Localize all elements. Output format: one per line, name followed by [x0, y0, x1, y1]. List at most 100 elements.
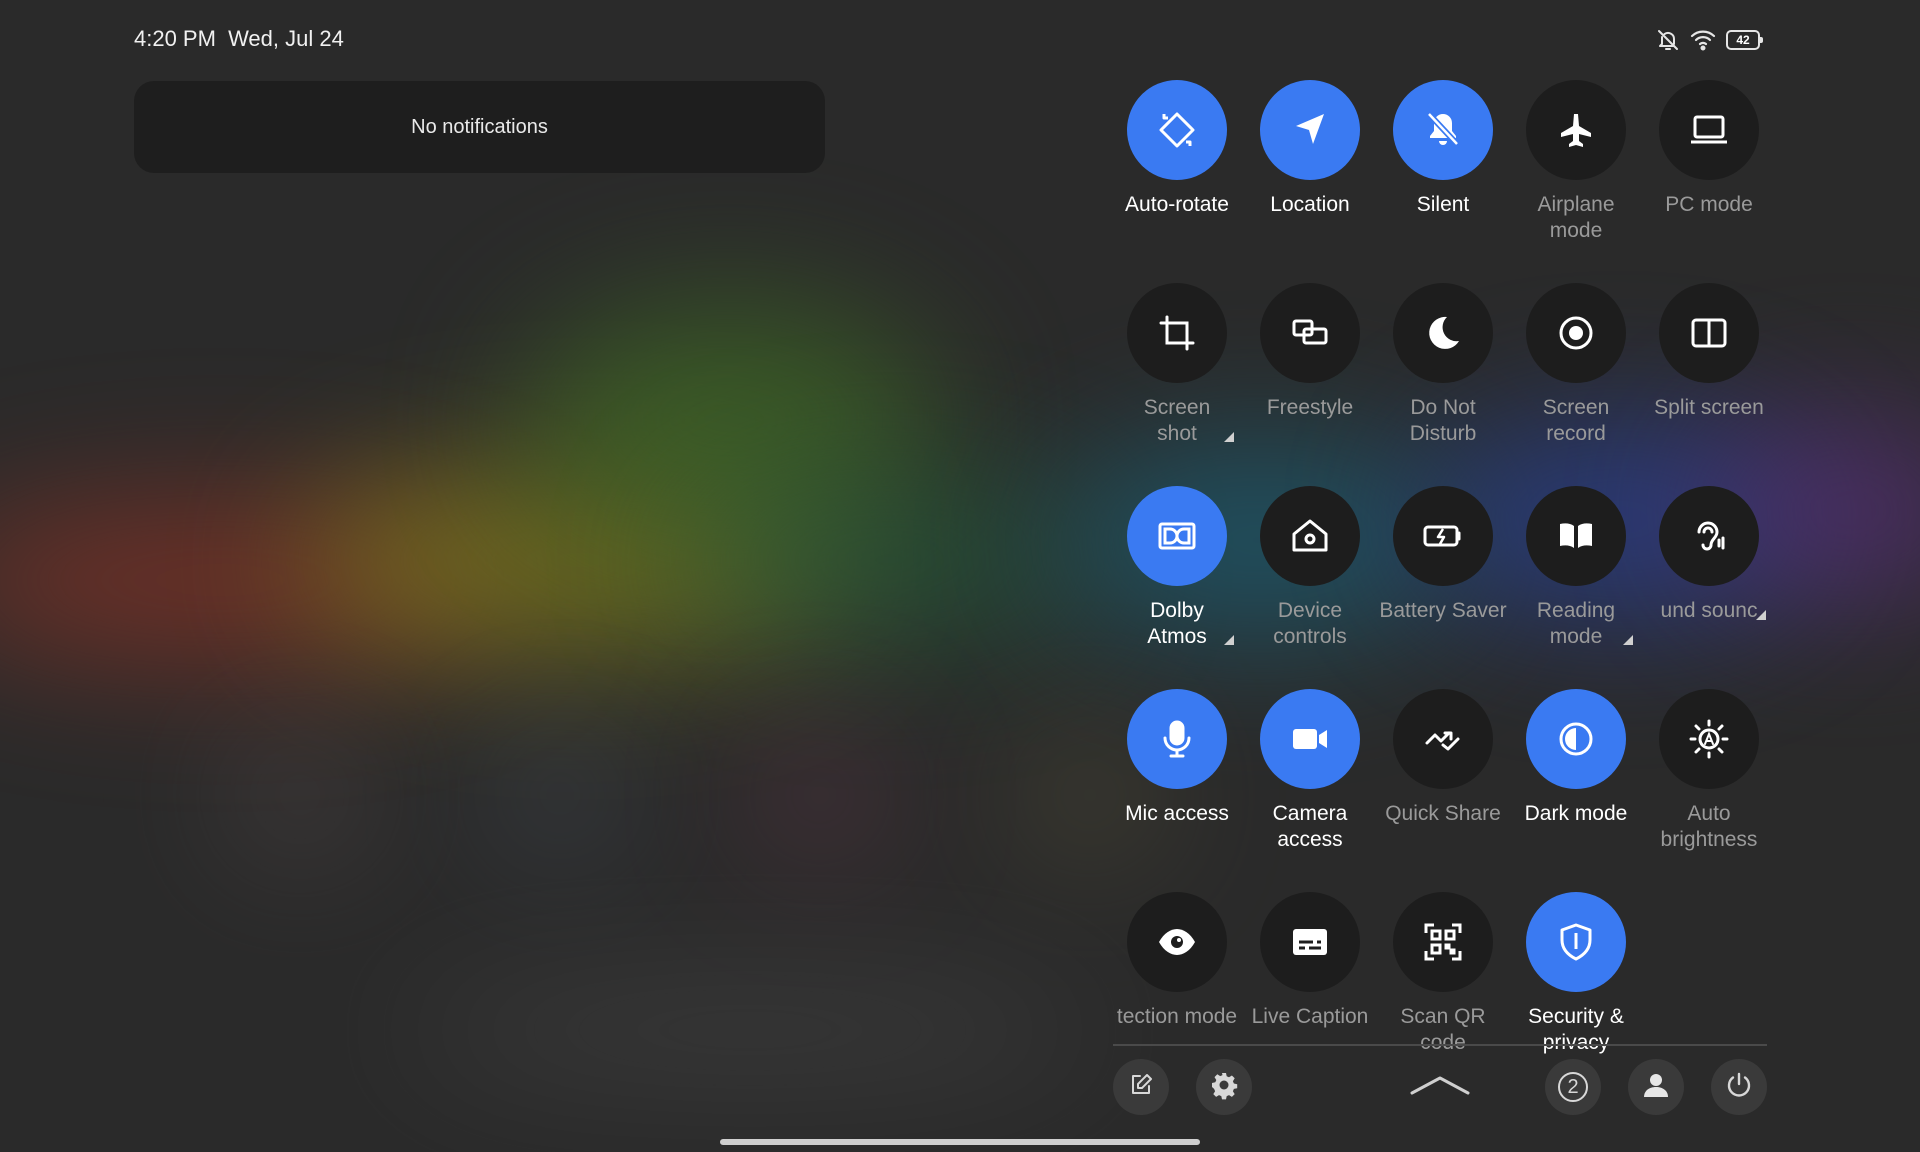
quick-share-toggle[interactable]	[1393, 689, 1493, 789]
airplane-toggle[interactable]	[1526, 80, 1626, 180]
camera-icon	[1288, 717, 1332, 761]
moon-toggle[interactable]	[1393, 283, 1493, 383]
tile-screenshot[interactable]: Screen shot	[1112, 283, 1242, 447]
tile-label: Scan QR code	[1400, 1005, 1486, 1054]
tile-book[interactable]: Reading mode	[1511, 486, 1641, 650]
quick-share-icon	[1421, 717, 1465, 761]
tile-mic[interactable]: Mic access	[1112, 689, 1242, 827]
pc-mode-toggle[interactable]	[1659, 80, 1759, 180]
tile-airplane[interactable]: Airplane mode	[1511, 80, 1641, 244]
tile-hearing[interactable]: und sounc	[1644, 486, 1774, 624]
auto-rotate-icon	[1155, 108, 1199, 152]
tile-label: und sounc	[1660, 599, 1758, 622]
tile-auto-brightness[interactable]: Auto brightness	[1644, 689, 1774, 853]
tile-eye[interactable]: tection mode	[1112, 892, 1242, 1030]
freestyle-toggle[interactable]	[1260, 283, 1360, 383]
screenshot-icon	[1155, 311, 1199, 355]
edit-icon	[1128, 1072, 1154, 1103]
book-icon	[1554, 514, 1598, 558]
notifications-card: No notifications	[134, 81, 825, 173]
location-icon	[1288, 108, 1332, 152]
tile-label: Live Caption	[1251, 1005, 1369, 1028]
wifi-icon	[1690, 29, 1716, 51]
auto-brightness-icon	[1687, 717, 1731, 761]
battery-saver-icon	[1421, 514, 1465, 558]
hearing-toggle[interactable]	[1659, 486, 1759, 586]
edit-button[interactable]	[1113, 1059, 1169, 1115]
tile-caption[interactable]: Live Caption	[1245, 892, 1375, 1030]
tile-label: Split screen	[1654, 396, 1764, 419]
tile-camera[interactable]: Camera access	[1245, 689, 1375, 853]
tile-battery-saver[interactable]: Battery Saver	[1378, 486, 1508, 624]
menu-caret-icon[interactable]	[1756, 610, 1766, 620]
status-time: 4:20 PM	[134, 26, 216, 51]
tile-home[interactable]: Device controls	[1245, 486, 1375, 650]
page-number: 2	[1567, 1075, 1579, 1098]
home-icon	[1288, 514, 1332, 558]
tile-qr[interactable]: Scan QR code	[1378, 892, 1508, 1056]
power-icon	[1725, 1071, 1753, 1104]
tile-dark-mode[interactable]: Dark mode	[1511, 689, 1641, 827]
auto-rotate-toggle[interactable]	[1127, 80, 1227, 180]
status-date: Wed, Jul 24	[228, 26, 344, 51]
hearing-icon	[1687, 514, 1731, 558]
eye-toggle[interactable]	[1127, 892, 1227, 992]
user-icon	[1642, 1071, 1670, 1104]
collapse-button[interactable]	[1408, 1072, 1472, 1102]
tile-label: Location	[1270, 193, 1350, 216]
tile-auto-rotate[interactable]: Auto-rotate	[1112, 80, 1242, 218]
caption-icon	[1288, 920, 1332, 964]
no-notifications-text: No notifications	[411, 115, 548, 138]
silent-toggle[interactable]	[1393, 80, 1493, 180]
caption-toggle[interactable]	[1260, 892, 1360, 992]
tile-shield[interactable]: Security & privacy	[1511, 892, 1641, 1056]
screen-record-toggle[interactable]	[1526, 283, 1626, 383]
tile-quick-share[interactable]: Quick Share	[1378, 689, 1508, 827]
silent-icon	[1421, 108, 1465, 152]
page-2-button[interactable]: 2	[1545, 1059, 1601, 1115]
tile-location[interactable]: Location	[1245, 80, 1375, 218]
power-button[interactable]	[1711, 1059, 1767, 1115]
tile-label: Device controls	[1273, 599, 1347, 648]
tile-label: Freestyle	[1266, 396, 1354, 419]
tile-screen-record[interactable]: Screen record	[1511, 283, 1641, 447]
screenshot-toggle[interactable]	[1127, 283, 1227, 383]
location-toggle[interactable]	[1260, 80, 1360, 180]
tile-label: Airplane mode	[1537, 193, 1615, 242]
airplane-icon	[1554, 108, 1598, 152]
tile-pc-mode[interactable]: PC mode	[1644, 80, 1774, 218]
dark-mode-toggle[interactable]	[1526, 689, 1626, 789]
battery-icon: 42	[1726, 30, 1763, 50]
camera-toggle[interactable]	[1260, 689, 1360, 789]
settings-button[interactable]	[1196, 1059, 1252, 1115]
dolby-toggle[interactable]	[1127, 486, 1227, 586]
menu-caret-icon[interactable]	[1224, 432, 1234, 442]
moon-icon	[1421, 311, 1465, 355]
auto-brightness-toggle[interactable]	[1659, 689, 1759, 789]
qr-toggle[interactable]	[1393, 892, 1493, 992]
menu-caret-icon[interactable]	[1224, 635, 1234, 645]
book-toggle[interactable]	[1526, 486, 1626, 586]
tile-dolby[interactable]: Dolby Atmos	[1112, 486, 1242, 650]
tile-label: Dark mode	[1524, 802, 1628, 825]
collapse-icon	[1408, 1073, 1472, 1102]
mic-toggle[interactable]	[1127, 689, 1227, 789]
tile-label: Dolby Atmos	[1147, 599, 1207, 648]
tile-silent[interactable]: Silent	[1378, 80, 1508, 218]
pc-mode-icon	[1687, 108, 1731, 152]
home-toggle[interactable]	[1260, 486, 1360, 586]
tile-freestyle[interactable]: Freestyle	[1245, 283, 1375, 421]
battery-level: 42	[1736, 33, 1750, 47]
freestyle-icon	[1288, 311, 1332, 355]
tile-label: PC mode	[1665, 193, 1753, 216]
tile-split-screen[interactable]: Split screen	[1644, 283, 1774, 421]
home-indicator[interactable]	[720, 1139, 1200, 1145]
user-button[interactable]	[1628, 1059, 1684, 1115]
battery-saver-toggle[interactable]	[1393, 486, 1493, 586]
tile-moon[interactable]: Do Not Disturb	[1378, 283, 1508, 447]
shield-toggle[interactable]	[1526, 892, 1626, 992]
menu-caret-icon[interactable]	[1623, 635, 1633, 645]
split-screen-toggle[interactable]	[1659, 283, 1759, 383]
shield-icon	[1554, 920, 1598, 964]
split-screen-icon	[1687, 311, 1731, 355]
